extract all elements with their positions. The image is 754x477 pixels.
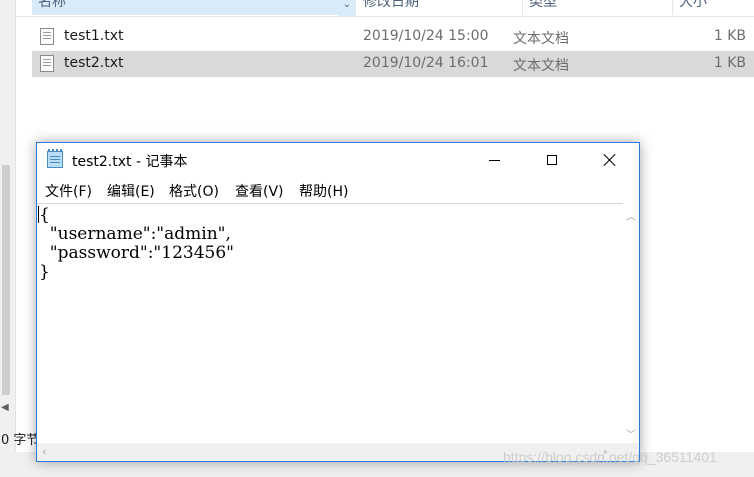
- column-header-name-label: 名称: [38, 0, 66, 10]
- file-row-test1[interactable]: test1.txt 2019/10/24 15:00 文本文档 1 KB: [32, 24, 754, 50]
- window-title: test2.txt - 记事本: [72, 154, 188, 170]
- column-header-type-label: 类型: [529, 0, 557, 10]
- column-header-size-label: 大小: [679, 0, 707, 10]
- notepad-window: test2.txt - 记事本 文件(F) 编辑(E) 格式(O) 查看(V) …: [36, 142, 640, 462]
- file-date: 2019/10/24 15:00: [363, 28, 489, 44]
- file-name: test2.txt: [64, 55, 124, 71]
- column-header-size[interactable]: 大小: [673, 0, 754, 15]
- scroll-up-arrow-icon[interactable]: ︿: [626, 208, 636, 223]
- scroll-down-arrow-icon[interactable]: ﹀: [626, 426, 636, 441]
- file-row-test2[interactable]: test2.txt 2019/10/24 16:01 文本文档 1 KB: [32, 51, 754, 77]
- file-size: 1 KB: [713, 28, 746, 44]
- text-file-icon: [40, 28, 54, 45]
- maximize-icon: [547, 155, 557, 165]
- close-button[interactable]: [581, 143, 639, 177]
- menu-edit[interactable]: 编辑(E): [106, 181, 156, 201]
- column-header-date-label: 修改日期: [363, 0, 419, 10]
- status-bar-text: 0 字节: [1, 433, 40, 448]
- file-name: test1.txt: [64, 28, 124, 44]
- text-file-icon: [40, 55, 54, 72]
- file-date: 2019/10/24 16:01: [363, 55, 489, 71]
- file-type: 文本文档: [513, 31, 569, 47]
- navigation-pane: ◀: [0, 0, 16, 452]
- menu-view[interactable]: 查看(V): [234, 181, 285, 201]
- text-editor[interactable]: { "username":"admin", "password":"123456…: [37, 203, 623, 443]
- minimize-icon: [488, 159, 500, 161]
- column-header-name[interactable]: 名称: [32, 0, 352, 15]
- sort-chevron-icon[interactable]: ⌄: [338, 0, 356, 16]
- title-bar[interactable]: test2.txt - 记事本: [37, 143, 639, 177]
- vertical-scrollbar[interactable]: ︿ ﹀: [623, 203, 639, 443]
- watermark-text: https://blog.csdn.net/qq_36511401: [503, 449, 717, 465]
- maximize-button[interactable]: [523, 143, 581, 177]
- file-type: 文本文档: [513, 58, 569, 74]
- column-header-date[interactable]: 修改日期: [357, 0, 523, 15]
- scroll-left-arrow-icon[interactable]: ◀: [1, 402, 9, 413]
- menu-help[interactable]: 帮助(H): [298, 181, 349, 201]
- navigation-scrollbar-thumb[interactable]: [2, 165, 10, 395]
- menu-file[interactable]: 文件(F): [44, 181, 93, 201]
- column-header: 名称 ⌄ 修改日期 类型 大小: [16, 0, 754, 17]
- minimize-button[interactable]: [465, 143, 523, 177]
- file-size: 1 KB: [713, 55, 746, 71]
- editor-content: { "username":"admin", "password":"123456…: [39, 205, 234, 282]
- menu-bar: 文件(F) 编辑(E) 格式(O) 查看(V) 帮助(H): [37, 179, 639, 201]
- menu-format[interactable]: 格式(O): [168, 181, 220, 201]
- scroll-left-arrow-icon[interactable]: ‹: [42, 445, 46, 458]
- close-icon: [603, 153, 617, 167]
- notepad-icon[interactable]: [47, 149, 63, 168]
- column-header-type[interactable]: 类型: [523, 0, 673, 15]
